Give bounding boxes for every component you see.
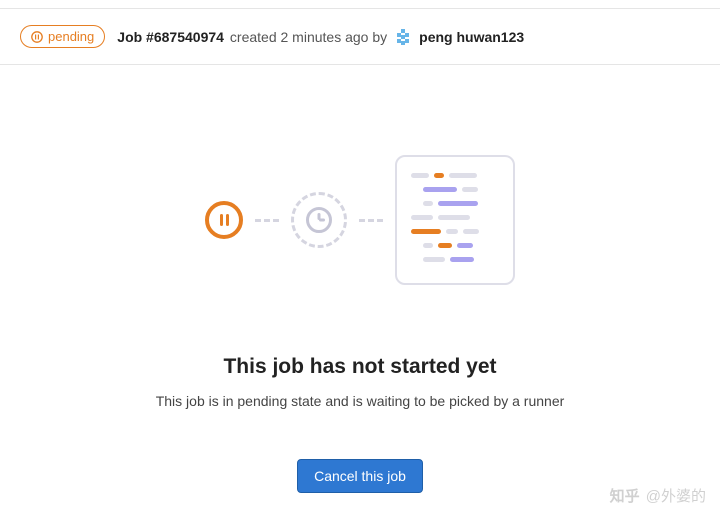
content-message: This job has not started yet This job is… (0, 355, 720, 409)
job-title: Job #687540974 (117, 29, 224, 45)
user-avatar[interactable] (393, 27, 413, 47)
watermark-text: @外婆的 (646, 488, 706, 505)
dash-connector (359, 219, 383, 222)
watermark: 知乎 @外婆的 (610, 485, 706, 506)
pause-circle-icon (205, 201, 243, 239)
code-preview-icon (395, 155, 515, 285)
job-created-text: created 2 minutes ago by (230, 29, 387, 45)
content-description: This job is in pending state and is wait… (0, 393, 720, 409)
content-heading: This job has not started yet (0, 355, 720, 379)
watermark-logo: 知乎 (610, 485, 640, 506)
dash-connector (255, 219, 279, 222)
job-info: Job #687540974 created 2 minutes ago by … (117, 27, 524, 47)
pending-illustration (0, 155, 720, 285)
status-badge: pending (20, 25, 105, 48)
clock-icon (291, 192, 347, 248)
cancel-job-button[interactable]: Cancel this job (297, 459, 423, 493)
pause-icon (31, 31, 43, 43)
user-name[interactable]: peng huwan123 (419, 29, 524, 45)
status-label: pending (48, 29, 94, 44)
job-header: pending Job #687540974 created 2 minutes… (0, 8, 720, 65)
